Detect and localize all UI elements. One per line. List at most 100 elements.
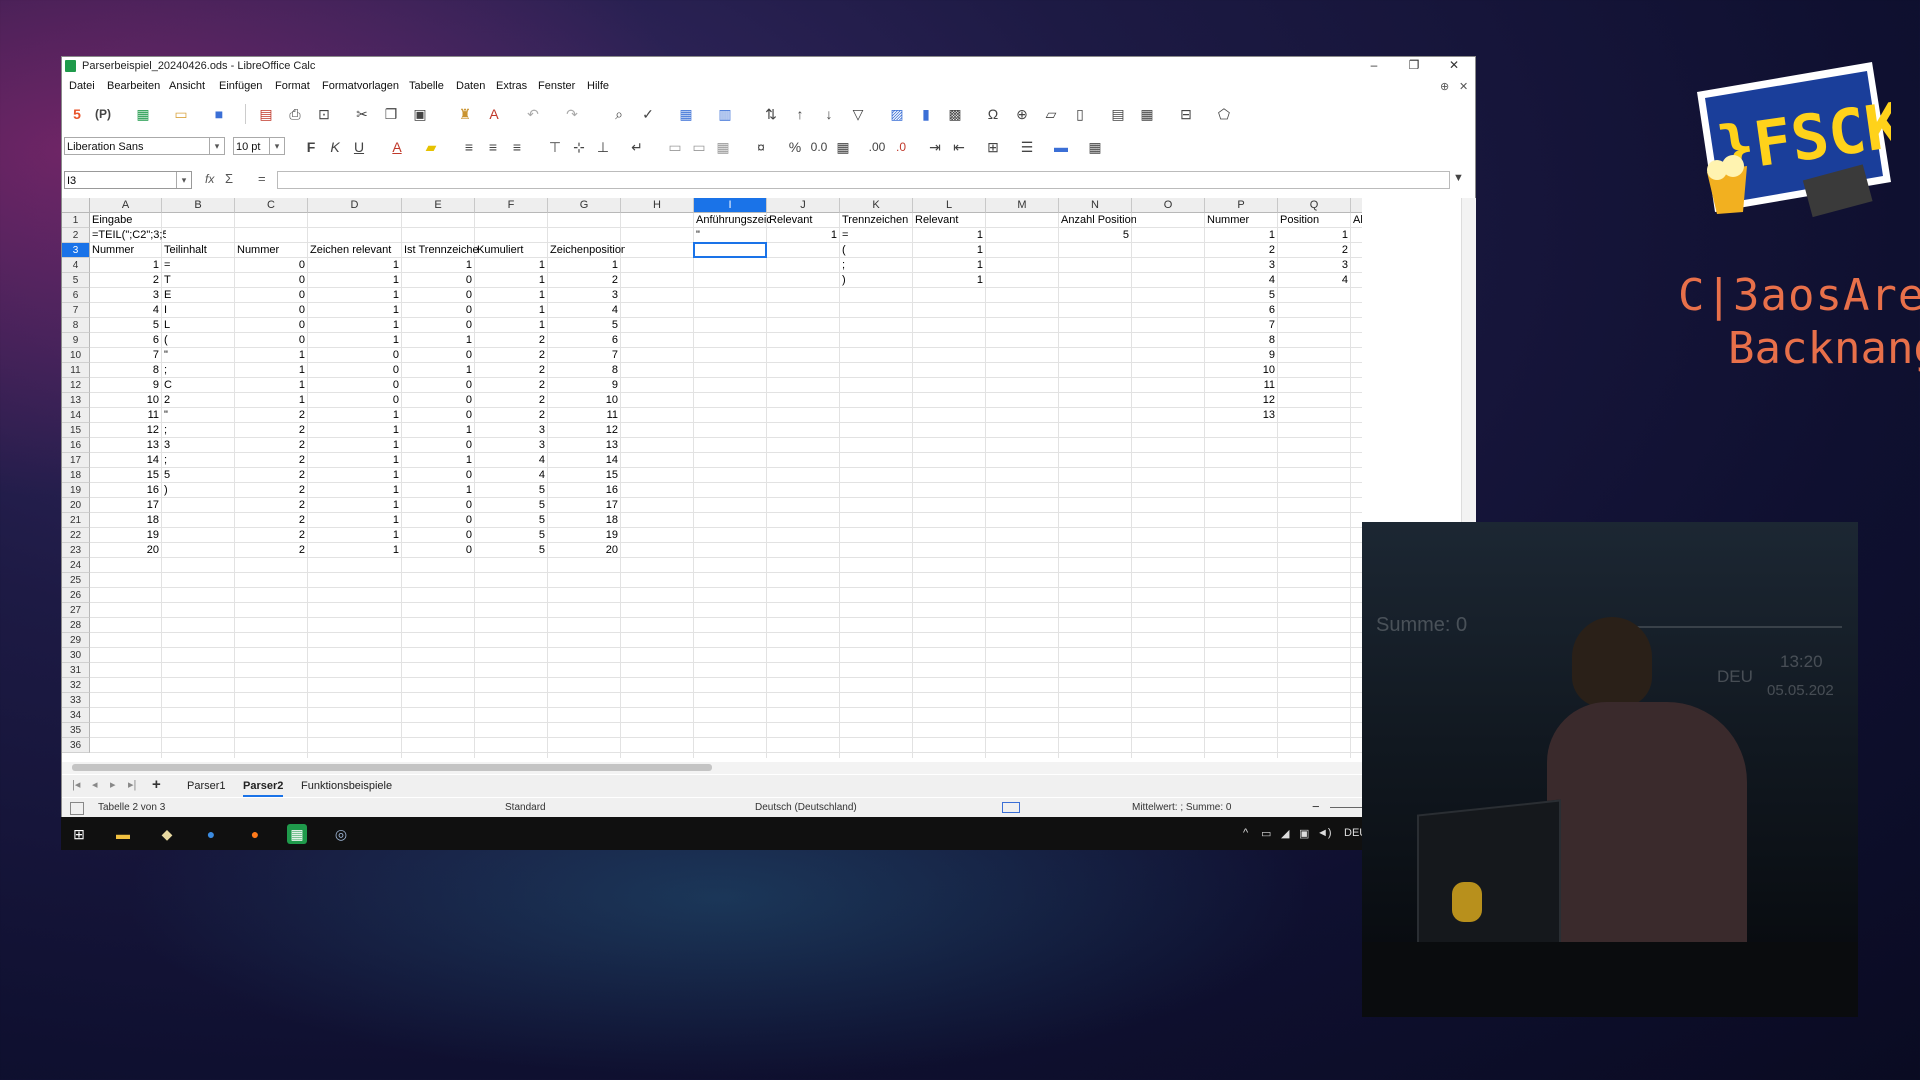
cell-e19[interactable]: 1 <box>404 483 472 498</box>
row-header-33[interactable]: 33 <box>62 693 90 708</box>
row-header-36[interactable]: 36 <box>62 738 90 753</box>
redo-icon[interactable]: ↷ <box>563 105 581 123</box>
cell-f19[interactable]: 5 <box>477 483 545 498</box>
cell-f10[interactable]: 2 <box>477 348 545 363</box>
merge-center-icon[interactable]: ▭ <box>690 138 708 156</box>
vertical-scrollbar[interactable] <box>1461 198 1476 553</box>
cell-l5[interactable]: 1 <box>915 273 983 288</box>
cell-g18[interactable]: 15 <box>550 468 618 483</box>
formula-icon[interactable]: = <box>258 171 266 186</box>
cell-b11[interactable]: ; <box>164 363 239 378</box>
font-color-icon[interactable]: A <box>388 138 406 156</box>
zoom-out-icon[interactable]: − <box>1312 799 1320 814</box>
print-icon[interactable]: ⎙ <box>286 105 304 123</box>
cell-l1[interactable]: Relevant <box>915 213 990 228</box>
wrap-text-icon[interactable]: ↵ <box>628 138 646 156</box>
cell-d20[interactable]: 1 <box>310 498 399 513</box>
cell-c20[interactable]: 2 <box>237 498 305 513</box>
align-bottom-icon[interactable]: ⊥ <box>594 138 612 156</box>
cell-d8[interactable]: 1 <box>310 318 399 333</box>
column-header-r[interactable]: R <box>1351 198 1362 213</box>
spreadsheet-grid[interactable]: ABCDEFGHIJKLMNOPQRS123456789101112131415… <box>62 198 1362 758</box>
cell-e3[interactable]: Ist Trennzeichen <box>404 243 479 258</box>
first-sheet-icon[interactable]: |◂ <box>72 778 80 791</box>
cell-b5[interactable]: T <box>164 273 239 288</box>
menu-ansicht[interactable]: Ansicht <box>169 80 205 92</box>
cell-a12[interactable]: 9 <box>92 378 159 393</box>
cell-d3[interactable]: Zeichen relevant <box>310 243 406 258</box>
cell-g14[interactable]: 11 <box>550 408 618 423</box>
cell-j1[interactable]: Relevant <box>769 213 844 228</box>
cell-p10[interactable]: 9 <box>1207 348 1275 363</box>
prev-sheet-icon[interactable]: ◂ <box>92 778 98 791</box>
tray-chevron-icon[interactable]: ^ <box>1243 827 1248 839</box>
cell-f11[interactable]: 2 <box>477 363 545 378</box>
row-header-13[interactable]: 13 <box>62 393 90 408</box>
cell-g7[interactable]: 4 <box>550 303 618 318</box>
cell-p2[interactable]: 1 <box>1207 228 1275 243</box>
new-document-icon[interactable]: ▦ <box>134 105 152 123</box>
name-box[interactable]: I3 ▾ <box>64 171 192 189</box>
cell-k2[interactable]: = <box>842 228 917 243</box>
row-header-23[interactable]: 23 <box>62 543 90 558</box>
tab-parser2[interactable]: Parser2 <box>243 778 284 797</box>
cell-k4[interactable]: ; <box>842 258 917 273</box>
cell-a23[interactable]: 20 <box>92 543 159 558</box>
column-header-l[interactable]: L <box>913 198 986 213</box>
cell-e6[interactable]: 0 <box>404 288 472 303</box>
cell-a8[interactable]: 5 <box>92 318 159 333</box>
row-header-14[interactable]: 14 <box>62 408 90 423</box>
highlight-icon[interactable]: ▰ <box>422 138 440 156</box>
column-header-p[interactable]: P <box>1205 198 1278 213</box>
draw-functions-icon[interactable]: ⬠ <box>1215 105 1233 123</box>
cell-n2[interactable]: 5 <box>1061 228 1129 243</box>
cell-k1[interactable]: Trennzeichen <box>842 213 917 228</box>
row-header-19[interactable]: 19 <box>62 483 90 498</box>
cell-d18[interactable]: 1 <box>310 468 399 483</box>
windows-start-icon[interactable]: ⊞ <box>69 824 89 844</box>
open-folder-icon[interactable]: ▭ <box>172 105 190 123</box>
cell-b6[interactable]: E <box>164 288 239 303</box>
cell-g8[interactable]: 5 <box>550 318 618 333</box>
paste-icon[interactable]: ▣ <box>411 105 429 123</box>
cell-b17[interactable]: ; <box>164 453 239 468</box>
cell-b8[interactable]: L <box>164 318 239 333</box>
selection-mode-icon[interactable] <box>1002 802 1020 813</box>
row-header-12[interactable]: 12 <box>62 378 90 393</box>
cell-e21[interactable]: 0 <box>404 513 472 528</box>
menu-tabelle[interactable]: Tabelle <box>409 80 444 92</box>
tab-funktionsbeispiele[interactable]: Funktionsbeispiele <box>301 778 392 795</box>
cell-a11[interactable]: 8 <box>92 363 159 378</box>
row-header-34[interactable]: 34 <box>62 708 90 723</box>
next-sheet-icon[interactable]: ▸ <box>110 778 116 791</box>
chevron-down-icon[interactable]: ▾ <box>209 138 224 154</box>
row-header-30[interactable]: 30 <box>62 648 90 663</box>
cell-f3[interactable]: Kumuliert <box>477 243 552 258</box>
add-sheet-icon[interactable]: + <box>152 776 161 793</box>
export-pdf-icon[interactable]: ▤ <box>257 105 275 123</box>
hyperlink-icon[interactable]: ⊕ <box>1013 105 1031 123</box>
cell-b15[interactable]: ; <box>164 423 239 438</box>
cell-f8[interactable]: 1 <box>477 318 545 333</box>
align-right-icon[interactable]: ≡ <box>508 138 526 156</box>
row-header-20[interactable]: 20 <box>62 498 90 513</box>
menu-formatvorlagen[interactable]: Formatvorlagen <box>322 80 399 92</box>
cell-d9[interactable]: 1 <box>310 333 399 348</box>
cell-d16[interactable]: 1 <box>310 438 399 453</box>
cell-e11[interactable]: 1 <box>404 363 472 378</box>
cell-d13[interactable]: 0 <box>310 393 399 408</box>
selection-summary[interactable]: Mittelwert: ; Summe: 0 <box>1132 802 1231 813</box>
cell-r1[interactable]: Ab <box>1353 213 1362 228</box>
cell-e18[interactable]: 0 <box>404 468 472 483</box>
cell-f4[interactable]: 1 <box>477 258 545 273</box>
libreoffice-calc-taskbar-icon[interactable]: ▦ <box>287 824 307 844</box>
column-header-j[interactable]: J <box>767 198 840 213</box>
clear-formatting-icon[interactable]: A <box>485 105 503 123</box>
cell-e4[interactable]: 1 <box>404 258 472 273</box>
column-header-k[interactable]: K <box>840 198 913 213</box>
increase-indent-icon[interactable]: ⇥ <box>926 138 944 156</box>
start-center-icon[interactable]: 5 <box>68 105 86 123</box>
row-header-4[interactable]: 4 <box>62 258 90 273</box>
cell-f23[interactable]: 5 <box>477 543 545 558</box>
row-header-35[interactable]: 35 <box>62 723 90 738</box>
